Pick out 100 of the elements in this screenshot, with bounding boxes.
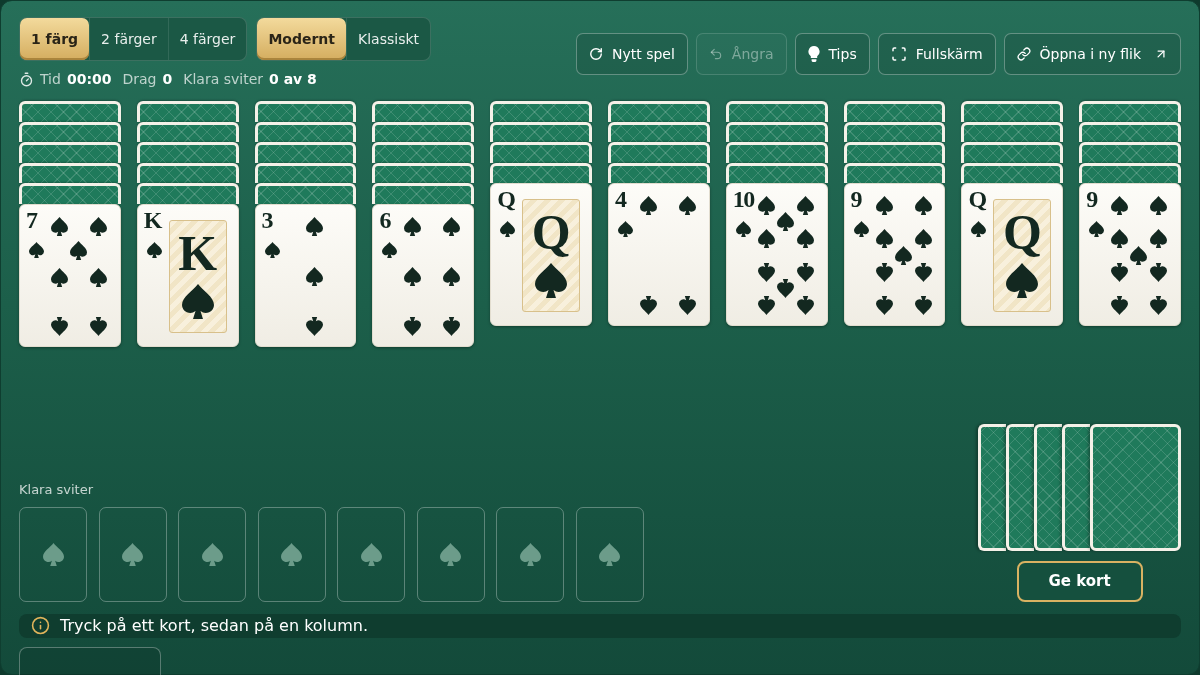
lightbulb-icon [807,46,820,62]
spade-icon [914,229,932,249]
spade-icon [443,216,461,236]
segment-tab[interactable]: Klassiskt [346,18,431,60]
stat-label: Tid [40,69,61,89]
fullscreen-icon [890,46,907,62]
spade-icon [360,542,382,566]
stock-card[interactable] [978,423,1006,551]
spade-icon [914,296,932,316]
playing-card[interactable]: 10 [725,183,828,327]
spade-icon [51,267,68,287]
spade-icon [735,221,751,238]
toolbar-button[interactable]: Öppna i ny flik [1003,33,1181,75]
card-rank: 3 [261,207,273,232]
playing-card[interactable]: 9 [1079,183,1181,327]
stat-value: 0 av 8 [269,69,317,89]
spade-icon [1111,296,1129,316]
card-rank: 6 [379,207,390,232]
suit-mode-selector[interactable]: 1 färg 2 färger 4 färger [19,17,248,61]
spade-icon [679,196,696,216]
segment-tab[interactable]: 4 färger [167,18,247,60]
stock-card[interactable] [1090,423,1181,551]
spade-icon [757,263,775,283]
partial-button[interactable] [19,646,161,675]
hint-text: Tryck på ett kort, sedan på en kolumn. [60,614,368,637]
spade-icon [264,241,280,258]
spade-icon [404,316,422,336]
spade-icon [404,216,422,236]
spade-icon [443,316,461,336]
spade-icon [796,263,814,283]
spade-icon [1150,229,1168,249]
spade-icon [146,241,162,258]
spade-icon [776,212,794,232]
spade-icon [796,229,814,249]
card-figure: K [178,227,218,278]
timer-icon [19,71,34,87]
stat-label: Klara sviter [183,69,263,89]
section-label: Klara sviter [19,481,94,498]
style-selector[interactable]: Modernt Klassiskt [256,17,432,61]
spade-icon [640,196,657,216]
stock-card[interactable] [1006,423,1034,551]
spade-icon [796,196,814,216]
segment-tab[interactable]: 1 färg [20,18,90,60]
spade-icon [404,266,422,286]
spade-icon [894,246,912,266]
card-rank: K [143,207,161,232]
deal-button[interactable]: Ge kort [1016,560,1143,602]
spade-icon [1150,196,1168,216]
playing-card[interactable]: 6 [372,203,475,347]
link-icon [1016,47,1031,61]
playing-card[interactable]: Q Q [490,183,592,327]
card-rank: Q [968,187,986,212]
stat-value: 00:00 [66,69,112,89]
spade-icon [757,229,775,249]
spade-icon [201,542,223,566]
card-rank: Q [497,187,515,212]
spade-icon [1150,296,1168,316]
info-icon [31,616,50,636]
card-rank: 9 [850,187,862,212]
playing-card[interactable]: K K [136,203,239,347]
spade-icon [1111,229,1129,249]
playing-card[interactable]: 3 [254,203,357,347]
card-rank: 4 [615,187,626,212]
spade-icon [1111,263,1129,283]
segment-tab[interactable]: 2 färger [89,18,168,60]
spade-icon [440,542,461,566]
stat-value: 0 [162,69,173,89]
spade-icon [90,316,107,336]
spade-icon [757,296,775,316]
spade-icon [90,216,107,236]
card-rank: 10 [732,187,754,212]
spade-icon [618,221,633,238]
spade-icon [443,266,461,286]
playing-card[interactable]: Q Q [961,183,1064,327]
spade-icon [875,296,893,316]
card-figure: Q [531,207,571,258]
stock-card[interactable] [1034,423,1062,551]
toolbar-button[interactable]: Fullskärm [877,33,996,75]
stock-card[interactable] [1062,423,1090,551]
spade-icon [875,229,893,249]
playing-card[interactable]: 7 [19,203,121,347]
spade-icon [382,241,398,258]
segment-tab[interactable]: Modernt [257,18,346,60]
spade-icon [971,221,987,238]
spade-icon [281,542,302,566]
spade-icon [640,296,657,316]
undo-icon [708,47,723,61]
playing-card[interactable]: 4 [608,183,710,327]
toolbar-button[interactable]: Tips [794,33,870,75]
playing-card[interactable]: 9 [843,183,946,327]
toolbar-button[interactable]: Nytt spel [575,33,688,75]
spade-icon [1089,221,1105,238]
spade-icon [1006,263,1039,299]
spade-icon [914,263,932,283]
spade-icon [122,542,143,566]
spade-icon [51,316,68,336]
spade-icon [181,283,214,319]
card-figure: Q [1002,207,1042,258]
spade-icon [679,296,696,316]
spade-icon [305,316,323,336]
